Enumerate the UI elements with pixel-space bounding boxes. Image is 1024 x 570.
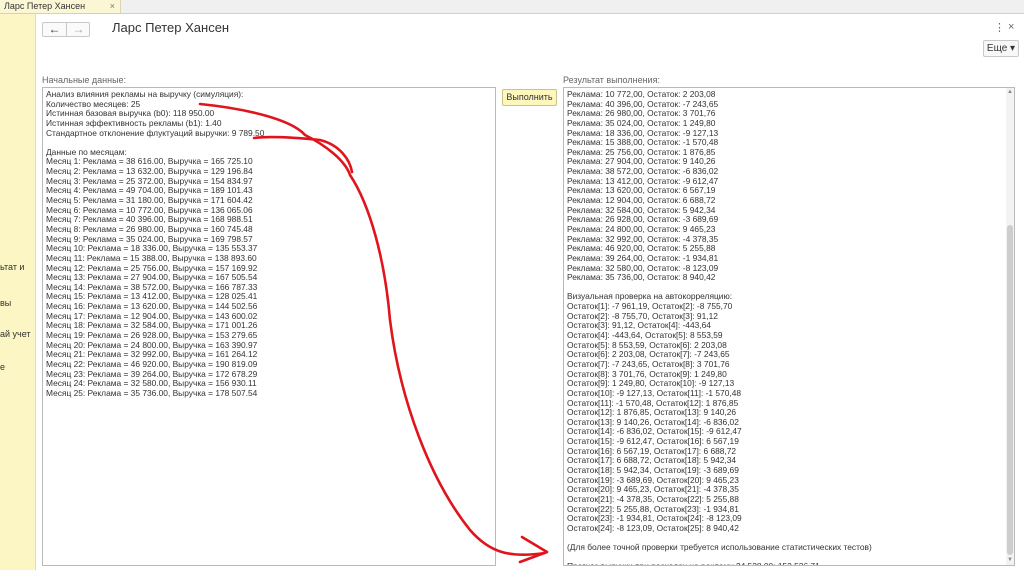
output-line: Реклама: 35 736,00, Остаток: 8 940,42 [567,272,716,283]
input-line: Стандартное отклонение флуктуаций выручк… [46,127,265,138]
scrollbar-thumb[interactable] [1007,225,1013,555]
input-textarea[interactable]: Анализ влияния рекламы на выручку (симул… [42,87,496,566]
output-textarea[interactable]: Реклама: 10 772,00, Остаток: 2 203,08 Рек… [563,87,1015,566]
output-line: Прогноз выручки при расходах на рекламу … [567,562,1011,565]
close-window-icon[interactable]: × [1008,21,1014,33]
input-label: Начальные данные: [42,75,127,85]
scroll-down-icon[interactable]: ▼ [1007,557,1013,563]
run-button[interactable]: Выполнить [502,89,557,106]
tab-bar: Ларс Петер Хансен × [0,0,1024,14]
more-actions-icon[interactable]: ⋮ [994,21,1005,34]
sidebar: ьтат и вы ай учет е [0,14,36,570]
more-button[interactable]: Еще ▾ [983,40,1019,57]
tab-current-form[interactable]: Ларс Петер Хансен × [0,0,121,13]
page-title: Ларс Петер Хансен [112,20,230,35]
output-line: (Для более точной проверки требуется исп… [567,542,872,553]
tab-title: Ларс Петер Хансен [4,1,86,11]
history-nav: ← → [42,22,90,37]
output-line: Остаток[24]: -8 123,09, Остаток[25]: 8 9… [567,522,739,533]
close-icon[interactable]: × [110,0,115,13]
sidebar-item-3[interactable]: ай учет [0,329,31,339]
back-arrow-icon[interactable]: ← [43,23,67,36]
annotation-arrowhead [518,535,549,564]
input-line: Месяц 25: Реклама = 35 736.00, Выручка =… [46,387,258,398]
sidebar-item-1[interactable]: ьтат и [0,262,24,272]
forward-arrow-icon[interactable]: → [67,23,90,36]
sidebar-item-2[interactable]: вы [0,298,11,308]
sidebar-item-4[interactable]: е [0,362,5,372]
scroll-up-icon[interactable]: ▲ [1007,89,1013,95]
output-label: Результат выполнения: [563,75,660,85]
